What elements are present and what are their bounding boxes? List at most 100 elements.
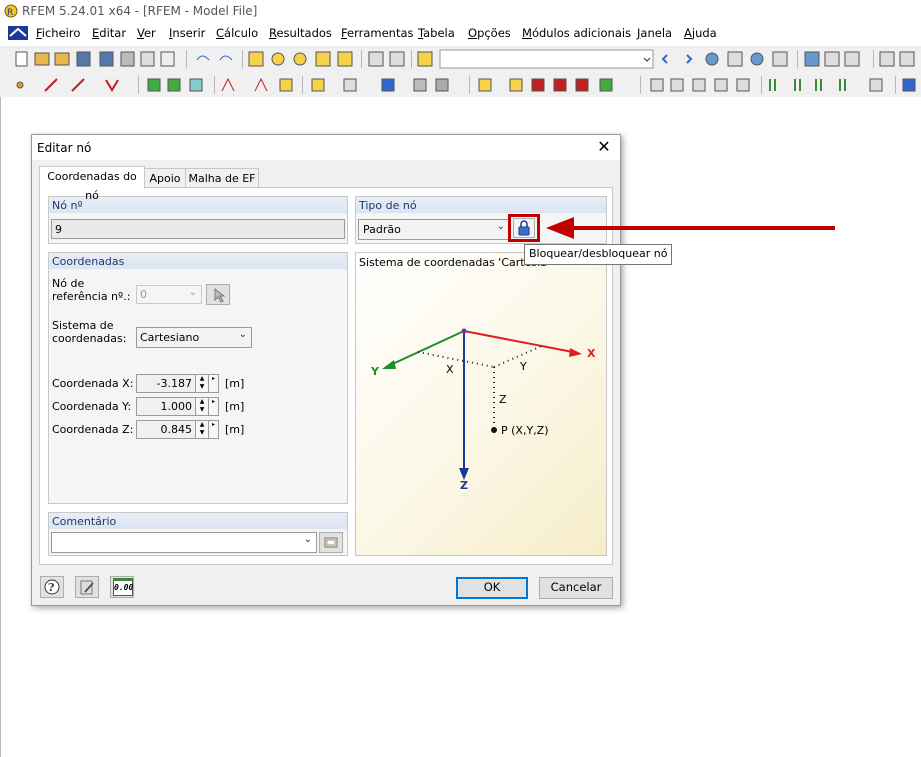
ref-node-value: 0 bbox=[140, 288, 147, 301]
tab-malha-de-ef[interactable]: Malha de EF bbox=[185, 168, 259, 189]
chevron-down-icon: ⌄ bbox=[238, 329, 247, 340]
menu-modulos-adicionais[interactable]: Módulos adicionais bbox=[522, 26, 631, 40]
toolbar-standard-icons[interactable] bbox=[0, 46, 920, 72]
units-button[interactable]: 0.00 bbox=[110, 576, 134, 598]
x-axis-label: X bbox=[587, 347, 596, 360]
origin-point bbox=[461, 328, 467, 334]
edit-node-dialog: Editar nó ✕ Coordenadas do nó Apoio Malh… bbox=[31, 134, 621, 606]
svg-text:R: R bbox=[7, 8, 13, 18]
units-icon: 0.00 bbox=[113, 580, 133, 596]
coord-sys-label-1: Sistema de bbox=[52, 319, 114, 332]
coord-y-unit: [m] bbox=[225, 400, 245, 413]
x-axis-line bbox=[463, 330, 579, 354]
x-axis-arrowhead bbox=[569, 348, 582, 357]
help-icon: ? bbox=[44, 579, 60, 595]
ref-node-label-1: Nó de bbox=[52, 277, 85, 290]
menu-editar[interactable]: Editar bbox=[92, 26, 126, 40]
coord-x-input[interactable]: -3.187 bbox=[136, 374, 196, 393]
edit-button[interactable] bbox=[75, 576, 99, 598]
dialog-title: Editar nó bbox=[37, 141, 92, 155]
toolbar-model bbox=[0, 72, 921, 99]
menu-janela[interactable]: Janela bbox=[637, 26, 672, 40]
node-no-label: Nó nº bbox=[52, 199, 83, 212]
chevron-down-icon: ⌄ bbox=[188, 287, 197, 298]
lock-icon bbox=[518, 220, 530, 236]
coord-z-label: Coordenada Z: bbox=[52, 423, 134, 436]
coord-z-input[interactable]: 0.845 bbox=[136, 420, 196, 439]
coordinate-system-preview: Sistema de coordenadas 'Cartesia X Y Z X… bbox=[355, 252, 607, 556]
menu-tabela[interactable]: Tabela bbox=[418, 26, 455, 40]
node-no-field[interactable]: 9 bbox=[51, 219, 345, 239]
units-icon-bar bbox=[113, 578, 133, 581]
menu-ver[interactable]: Ver bbox=[137, 26, 156, 40]
dialog-title-bar: Editar nó ✕ bbox=[32, 135, 620, 160]
dim-z-label: Z bbox=[499, 393, 507, 406]
dim-y-label: Y bbox=[520, 360, 527, 373]
annotation-arrow bbox=[546, 217, 835, 239]
coord-z-menu-arrow[interactable]: ▸ bbox=[208, 420, 219, 439]
coordinates-label: Coordenadas bbox=[52, 255, 125, 268]
menu-opcoes[interactable]: Opções bbox=[468, 26, 511, 40]
point-label: P (X,Y,Z) bbox=[501, 424, 549, 437]
window-title: RFEM 5.24.01 x64 - [RFEM - Model File] bbox=[22, 4, 258, 18]
coord-system-select[interactable]: Cartesiano ⌄ bbox=[136, 327, 252, 348]
y-axis-arrowhead bbox=[382, 360, 396, 369]
dimension-lines bbox=[417, 344, 545, 428]
menu-inserir[interactable]: Inserir bbox=[169, 26, 205, 40]
y-axis-label: Y bbox=[371, 365, 379, 378]
svg-text:?: ? bbox=[48, 581, 54, 594]
toolbar-standard bbox=[0, 46, 921, 73]
pick-node-button[interactable] bbox=[206, 284, 230, 305]
comment-library-button[interactable] bbox=[319, 532, 343, 553]
coord-y-spinner[interactable]: ▲ ▼ bbox=[195, 397, 209, 416]
coord-z-value: 0.845 bbox=[160, 423, 193, 436]
close-icon[interactable]: ✕ bbox=[596, 139, 612, 155]
ref-node-label-2: referência nº.: bbox=[52, 290, 131, 303]
chevron-down-icon: ⌄ bbox=[496, 221, 505, 232]
help-button[interactable]: ? bbox=[40, 576, 64, 598]
coord-y-value: 1.000 bbox=[160, 400, 193, 413]
node-type-label: Tipo de nó bbox=[359, 199, 417, 212]
z-axis-label: Z bbox=[460, 479, 468, 492]
cancel-button[interactable]: Cancelar bbox=[539, 577, 613, 599]
coord-sys-label-2: coordenadas: bbox=[52, 332, 127, 345]
comment-library-icon bbox=[324, 537, 338, 548]
edit-icon bbox=[80, 580, 94, 595]
coord-x-unit: [m] bbox=[225, 377, 245, 390]
coord-z-spinner[interactable]: ▲ ▼ bbox=[195, 420, 209, 439]
coord-x-label: Coordenada X: bbox=[52, 377, 134, 390]
coord-y-menu-arrow[interactable]: ▸ bbox=[208, 397, 219, 416]
node-no-value: 9 bbox=[55, 223, 62, 236]
lock-node-button[interactable] bbox=[513, 218, 535, 238]
coord-x-value: -3.187 bbox=[156, 377, 192, 390]
ok-button[interactable]: OK bbox=[456, 577, 528, 599]
coord-x-menu-arrow[interactable]: ▸ bbox=[208, 374, 219, 393]
pick-node-icon bbox=[214, 287, 226, 303]
title-bar: R RFEM 5.24.01 x64 - [RFEM - Model File] bbox=[0, 0, 921, 22]
ref-node-select[interactable]: 0 ⌄ bbox=[136, 285, 202, 304]
node-type-select[interactable]: Padrão ⌄ bbox=[358, 219, 510, 240]
axes-diagram bbox=[382, 328, 582, 480]
coord-z-unit: [m] bbox=[225, 423, 245, 436]
point-p bbox=[491, 427, 497, 433]
menu-resultados[interactable]: Resultados bbox=[269, 26, 332, 40]
coord-x-spinner[interactable]: ▲ ▼ bbox=[195, 374, 209, 393]
rfem-app-icon: R bbox=[4, 4, 18, 18]
tab-coordenadas-do-no[interactable]: Coordenadas do nó bbox=[39, 166, 145, 202]
menu-calculo[interactable]: Cálculo bbox=[216, 26, 258, 40]
dim-x-label: X bbox=[446, 363, 454, 376]
coord-system-value: Cartesiano bbox=[140, 331, 200, 344]
coord-y-input[interactable]: 1.000 bbox=[136, 397, 196, 416]
coord-y-label: Coordenada Y: bbox=[52, 400, 132, 413]
menu-ajuda[interactable]: Ajuda bbox=[684, 26, 717, 40]
mdi-app-icon[interactable] bbox=[8, 26, 28, 40]
menu-ficheiro[interactable]: Ficheiro bbox=[36, 26, 80, 40]
chevron-down-icon: ⌄ bbox=[303, 534, 312, 545]
menu-ferramentas[interactable]: Ferramentas bbox=[341, 26, 414, 40]
comment-input[interactable]: ⌄ bbox=[51, 532, 317, 553]
toolbar-model-icons[interactable] bbox=[0, 72, 920, 98]
comment-group: Comentário ⌄ bbox=[48, 512, 348, 556]
tab-apoio[interactable]: Apoio bbox=[144, 168, 186, 189]
y-axis-line bbox=[385, 330, 465, 368]
comment-label: Comentário bbox=[52, 515, 117, 528]
